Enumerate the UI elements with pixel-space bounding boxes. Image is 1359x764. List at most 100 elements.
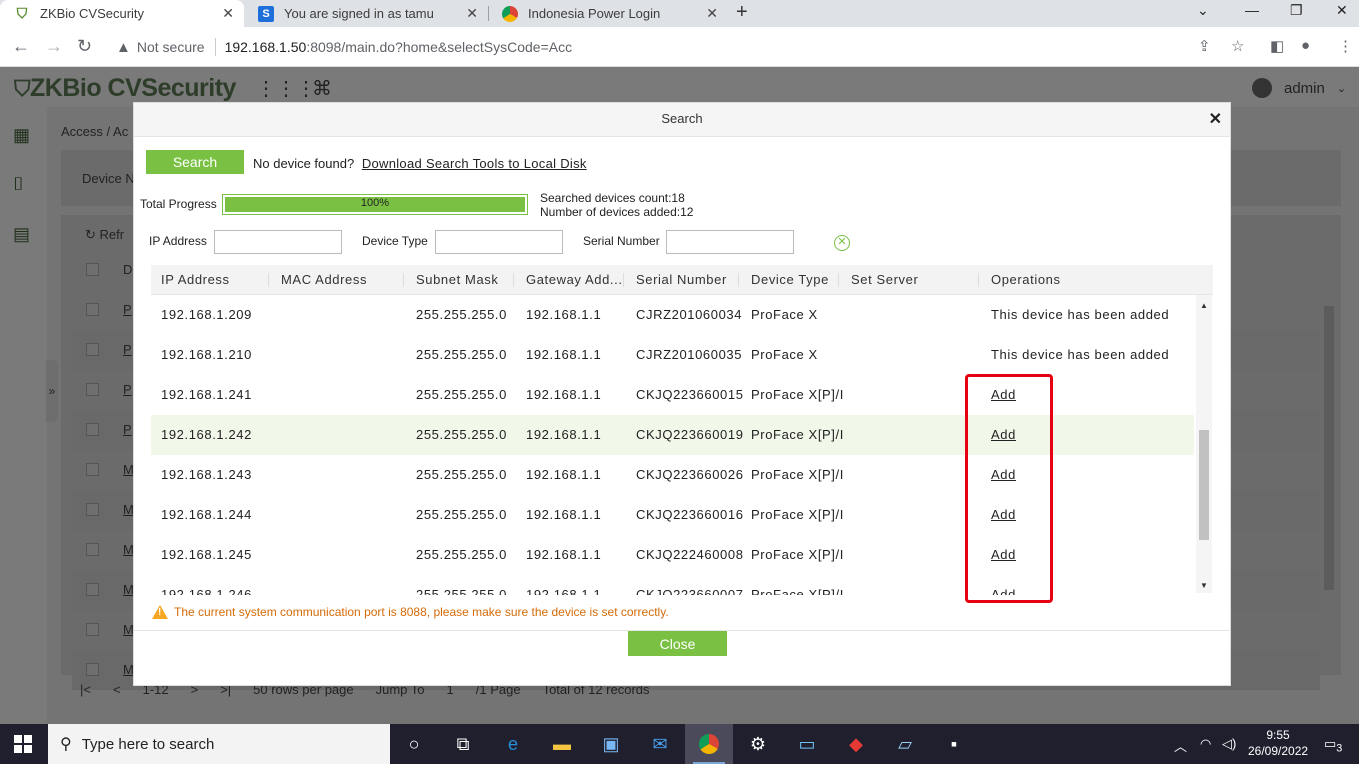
cell-device-type: ProFace X[P]/I: [751, 547, 843, 562]
col-subnet[interactable]: Subnet Mask: [416, 265, 498, 295]
sidebar-icon[interactable]: ◧: [1270, 37, 1284, 55]
door-list-icon[interactable]: ▦: [13, 125, 30, 146]
row-checkbox[interactable]: [86, 463, 99, 476]
close-tab-icon[interactable]: ✕: [466, 5, 478, 22]
serial-filter-input[interactable]: [666, 230, 794, 254]
menu-dots-icon[interactable]: ⋮: [1338, 37, 1353, 55]
chrome-taskbar-icon[interactable]: [685, 724, 733, 764]
page-scrollbar[interactable]: [1322, 292, 1336, 672]
warning-icon: !: [152, 605, 168, 619]
row-checkbox[interactable]: [86, 343, 99, 356]
ip-filter-input[interactable]: [214, 230, 342, 254]
scroll-up-icon[interactable]: ▲: [1200, 301, 1208, 310]
new-tab-button[interactable]: +: [736, 1, 748, 24]
table-scrollbar[interactable]: ▲ ▼: [1196, 295, 1212, 593]
network-icon[interactable]: ◠: [1200, 736, 1211, 752]
scroll-thumb[interactable]: [1199, 430, 1209, 540]
settings-gear-icon[interactable]: ⚙: [734, 724, 782, 764]
row-link[interactable]: P: [123, 342, 132, 357]
cortana-icon[interactable]: ○: [390, 724, 438, 764]
windows-start-icon[interactable]: [14, 735, 32, 753]
notepad-icon[interactable]: ▱: [881, 724, 929, 764]
col-server[interactable]: Set Server: [851, 265, 918, 295]
address-bar[interactable]: ▲ Not secure 192.168.1.50 :8098/main.do?…: [108, 32, 1258, 62]
close-tab-icon[interactable]: ✕: [222, 5, 234, 22]
back-icon[interactable]: ←: [12, 36, 30, 57]
close-button[interactable]: Close: [628, 631, 727, 656]
col-type[interactable]: Device Type: [751, 265, 829, 295]
clear-filter-icon[interactable]: ✕: [834, 235, 850, 251]
profile-icon[interactable]: ●: [1301, 37, 1310, 54]
cell-gateway: 192.168.1.1: [526, 507, 602, 522]
column-divider: [978, 273, 979, 287]
volume-icon[interactable]: ◁): [1222, 736, 1236, 752]
scroll-down-icon[interactable]: ▼: [1200, 581, 1208, 590]
scroll-thumb[interactable]: [1324, 306, 1334, 590]
cell-serial: CKJQ223660026: [636, 467, 744, 482]
table-row[interactable]: 192.168.1.210 255.255.255.0 192.168.1.1 CJR…: [151, 335, 1194, 375]
browser-tab-signed-in[interactable]: S You are signed in as tamu ✕: [244, 0, 488, 27]
row-checkbox[interactable]: [86, 623, 99, 636]
not-secure-label: Not secure: [136, 39, 205, 55]
highlight-box: [965, 374, 1053, 603]
download-search-tools-link[interactable]: Download Search Tools to Local Disk: [362, 156, 587, 171]
restore-icon[interactable]: ❐: [1290, 2, 1303, 19]
report-chart-icon[interactable]: ▤: [13, 224, 30, 245]
close-window-icon[interactable]: ✕: [1336, 2, 1348, 19]
close-tab-icon[interactable]: ✕: [706, 5, 718, 22]
door-icon[interactable]: ⌷: [13, 174, 24, 195]
row-link[interactable]: P: [123, 302, 132, 317]
row-checkbox[interactable]: [86, 383, 99, 396]
shield-logo-icon: ⛉: [14, 76, 31, 101]
logo-text: ZKBio CVSecurity: [30, 74, 236, 102]
row-checkbox[interactable]: [86, 503, 99, 516]
row-checkbox[interactable]: [86, 303, 99, 316]
app-grid-icon[interactable]: ⋮⋮⋮: [256, 76, 316, 101]
row-checkbox[interactable]: [86, 663, 99, 676]
tab-search-icon[interactable]: ⌄: [1197, 2, 1209, 19]
store-icon[interactable]: ▣: [587, 724, 635, 764]
task-view-icon[interactable]: ⧉: [439, 724, 487, 764]
forward-icon[interactable]: →: [45, 36, 63, 57]
cell-ip: 192.168.1.244: [161, 507, 252, 522]
browser-tab-indonesia-power[interactable]: Indonesia Power Login ✕: [488, 0, 728, 27]
taskbar-search[interactable]: ⚲ Type here to search: [48, 724, 390, 764]
terminal-icon[interactable]: ▪: [930, 724, 978, 764]
row-link[interactable]: P: [123, 382, 132, 397]
collapse-sidebar-button[interactable]: »: [46, 360, 58, 422]
col-gateway[interactable]: Gateway Add...: [526, 265, 623, 295]
anydesk-icon[interactable]: ◆: [832, 724, 880, 764]
remote-desktop-icon[interactable]: ▭: [783, 724, 831, 764]
search-button[interactable]: Search: [146, 150, 244, 174]
device-type-filter-input[interactable]: [435, 230, 563, 254]
row-link[interactable]: P: [123, 422, 132, 437]
col-serial[interactable]: Serial Number: [636, 265, 727, 295]
user-menu[interactable]: admin ⌄: [1252, 78, 1346, 98]
notification-icon[interactable]: ▭3: [1324, 736, 1342, 755]
row-checkbox[interactable]: [86, 423, 99, 436]
row-checkbox[interactable]: [86, 583, 99, 596]
refresh-button[interactable]: ↻ Refr: [85, 227, 124, 243]
select-all-checkbox[interactable]: [86, 263, 99, 276]
command-icon[interactable]: ⌘: [312, 76, 332, 101]
breadcrumb: Access / Ac: [61, 124, 129, 139]
first-page-icon[interactable]: |<: [80, 682, 91, 697]
bookmark-star-icon[interactable]: ☆: [1231, 37, 1244, 55]
browser-tab-zkbio[interactable]: ⛉ ZKBio CVSecurity ✕: [0, 0, 244, 27]
divider: [214, 38, 216, 56]
taskbar-clock[interactable]: 9:55 26/09/2022: [1248, 727, 1308, 759]
col-operations[interactable]: Operations: [991, 265, 1061, 295]
table-row[interactable]: 192.168.1.209 255.255.255.0 192.168.1.1 CJR…: [151, 295, 1194, 335]
row-checkbox[interactable]: [86, 543, 99, 556]
minimize-icon[interactable]: —: [1245, 2, 1259, 18]
prev-page-icon[interactable]: <: [113, 682, 121, 697]
edge-icon[interactable]: e: [489, 724, 537, 764]
close-dialog-icon[interactable]: ✕: [1209, 109, 1222, 129]
col-mac[interactable]: MAC Address: [281, 265, 367, 295]
col-ip[interactable]: IP Address: [161, 265, 230, 295]
show-hidden-icons-icon[interactable]: ︿: [1174, 736, 1187, 755]
mail-icon[interactable]: ✉: [636, 724, 684, 764]
file-explorer-icon[interactable]: ▬: [538, 724, 586, 764]
reload-icon[interactable]: ↻: [77, 36, 92, 57]
share-icon[interactable]: ⇪: [1198, 37, 1211, 55]
